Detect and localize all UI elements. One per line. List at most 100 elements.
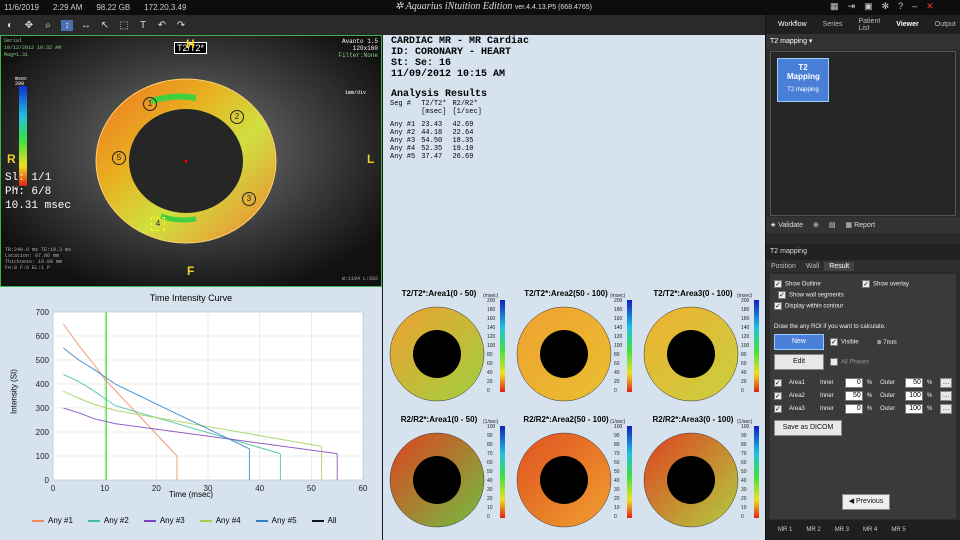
t2-mapping-thumbnail[interactable]: T2 Mapping T2 mapping — [777, 58, 829, 102]
colorbar-tick: 140 — [741, 325, 750, 331]
segment-label-1[interactable]: 1 — [143, 97, 157, 111]
area-checkbox[interactable]: ✓ — [774, 392, 782, 400]
validate-button[interactable]: ★ Validate — [770, 221, 803, 229]
tab-series[interactable]: Series — [815, 19, 851, 30]
redo-icon[interactable]: ↷ — [175, 20, 187, 31]
inner-input[interactable]: 0 — [845, 378, 863, 388]
series-tab-mr2[interactable]: MR 2 — [806, 527, 820, 533]
more-button[interactable]: … — [940, 378, 952, 388]
segment-label-2[interactable]: 2 — [230, 110, 244, 124]
undo-icon[interactable]: ↶ — [156, 20, 168, 31]
table-cell: Any #3 — [390, 137, 416, 145]
protocol-selector[interactable]: T2 mapping ▾ — [766, 34, 960, 50]
series-tab-mr3[interactable]: MR 3 — [835, 527, 849, 533]
logout-icon[interactable]: ⇥ — [848, 1, 856, 12]
colorbar-tick: 100 — [614, 424, 623, 430]
bullseye-center — [667, 330, 715, 378]
time-intensity-chart: 01002003004005006007000 10 20 30 40 50 60 — [36, 308, 368, 493]
colorbar-tick: 40 — [614, 370, 620, 376]
grid-icon[interactable]: ▦ — [830, 1, 839, 12]
tab-patient-list[interactable]: Patient List — [851, 16, 889, 34]
area-checkbox[interactable]: ✓ — [774, 379, 782, 387]
colorbar-tick: 0 — [741, 514, 744, 520]
more-button[interactable]: … — [940, 404, 952, 414]
table-cell: R2/R2* — [452, 100, 478, 108]
tab-viewer[interactable]: Viewer — [888, 19, 926, 30]
minimize-icon[interactable]: – — [912, 1, 917, 12]
percent-label: % — [926, 393, 933, 399]
series-tab-mr5[interactable]: MR 5 — [891, 527, 905, 533]
previous-button[interactable]: ◀ Previous — [842, 494, 890, 510]
zoom-icon[interactable]: ⌕ — [42, 20, 54, 31]
bullseye-plot: T2/T2*:Area2(50 - 100) (msec) 200 180 160 140… — [510, 287, 637, 413]
bullseye-center — [540, 330, 588, 378]
area-row: ✓ Area2 Inner 50% Outer 100%… — [774, 391, 952, 401]
tab-position[interactable]: Position — [766, 262, 801, 271]
contrast-icon[interactable]: ◐ — [4, 20, 16, 31]
colorbar-tick: 90 — [487, 433, 493, 439]
outer-input[interactable]: 100 — [905, 391, 923, 401]
edit-button[interactable]: Edit — [774, 354, 824, 370]
time-intensity-panel: Time Intensity Curve 0 100 200 300 400 500 600… — [0, 287, 382, 540]
arrow-icon[interactable]: ↖ — [99, 20, 111, 31]
size-control[interactable]: ⊕ 7mm — [877, 339, 897, 346]
tab-result[interactable]: Result — [824, 261, 855, 271]
save-icon[interactable]: ▤ — [829, 221, 836, 229]
colorbar-tick: 40 — [741, 478, 747, 484]
bullseye-center — [540, 456, 588, 504]
top-left-info: Serial 10/12/2012 10:32 AM Mag=1.31 — [4, 38, 62, 58]
colorbar-tick: 60 — [487, 460, 493, 466]
measure-icon[interactable]: ↔ — [80, 20, 92, 31]
outer-input[interactable]: 100 — [905, 404, 923, 414]
segment-label-5[interactable]: 5 — [112, 151, 126, 165]
move-icon[interactable]: ↕ — [61, 19, 73, 31]
colorbar-tick: 80 — [487, 442, 493, 448]
gear-icon[interactable]: ✻ — [882, 1, 890, 12]
tab-output[interactable]: Output — [927, 19, 960, 30]
close-icon[interactable]: ✕ — [926, 1, 934, 12]
area-checkbox[interactable]: ✓ — [774, 405, 782, 413]
new-button[interactable]: New — [774, 334, 824, 350]
mr-image-viewport[interactable]: Serial 10/12/2012 10:32 AM Mag=1.31 Avanto… — [0, 35, 382, 287]
report-button[interactable]: ▦ Report — [846, 221, 876, 229]
percent-label: % — [866, 406, 873, 412]
more-button[interactable]: … — [940, 391, 952, 401]
segment-label-3[interactable]: 3 — [242, 192, 256, 206]
window-level: W:1194 L:582 — [341, 276, 378, 282]
select-icon[interactable]: ⬚ — [118, 20, 130, 31]
bullseye-center — [413, 456, 461, 504]
colorbar-tick: 200 — [487, 298, 496, 304]
series-tab-mr4[interactable]: MR 4 — [863, 527, 877, 533]
show-overlay-checkbox[interactable]: ✓ Show overlay — [862, 280, 950, 288]
colorbar — [754, 426, 759, 518]
colorbar-tick: 160 — [487, 316, 496, 322]
series-tab-mr1[interactable]: MR 1 — [778, 527, 792, 533]
tab-wall[interactable]: Wall — [801, 262, 824, 271]
outer-input[interactable]: 50 — [905, 378, 923, 388]
window-controls: ▦ ⇥ ▣ ✻? – ✕ — [830, 1, 934, 12]
pan-icon[interactable]: ✥ — [23, 20, 35, 31]
visible-checkbox[interactable]: ✓ Visible — [830, 338, 859, 346]
table-cell: 42.69 — [452, 121, 474, 129]
help-icon[interactable]: ? — [898, 1, 903, 12]
section-title: T2 mapping — [766, 244, 960, 260]
text-icon[interactable]: T — [137, 20, 149, 31]
orientation-left: R — [7, 152, 16, 166]
colorbar-tick: 60 — [741, 361, 747, 367]
save-as-dicom-button[interactable]: Save as DICOM — [774, 420, 842, 436]
tab-workflow[interactable]: Workflow — [770, 19, 815, 30]
inner-input[interactable]: 0 — [845, 404, 863, 414]
colorbar-tick: 40 — [487, 478, 493, 484]
show-wall-segments-checkbox[interactable]: ✓ Show wall segments — [774, 291, 862, 299]
table-row: Any #2 44.18 22.64 — [390, 129, 488, 137]
all-phases-checkbox[interactable]: All Phases — [830, 358, 869, 366]
area-row: ✓ Area1 Inner 0% Outer 50%… — [774, 378, 952, 388]
display-within-contour-checkbox[interactable]: ✓ Display within contour — [774, 302, 869, 310]
colorbar-tick: 140 — [614, 325, 623, 331]
segment-label-4[interactable]: 4 — [151, 217, 165, 231]
inner-input[interactable]: 50 — [845, 391, 863, 401]
lock-icon[interactable]: ▣ — [864, 1, 873, 12]
chevron-down-icon: ▾ — [808, 38, 813, 45]
show-outline-checkbox[interactable]: ✓ Show Outline — [774, 280, 862, 288]
add-icon[interactable]: ⊕ — [813, 221, 819, 229]
